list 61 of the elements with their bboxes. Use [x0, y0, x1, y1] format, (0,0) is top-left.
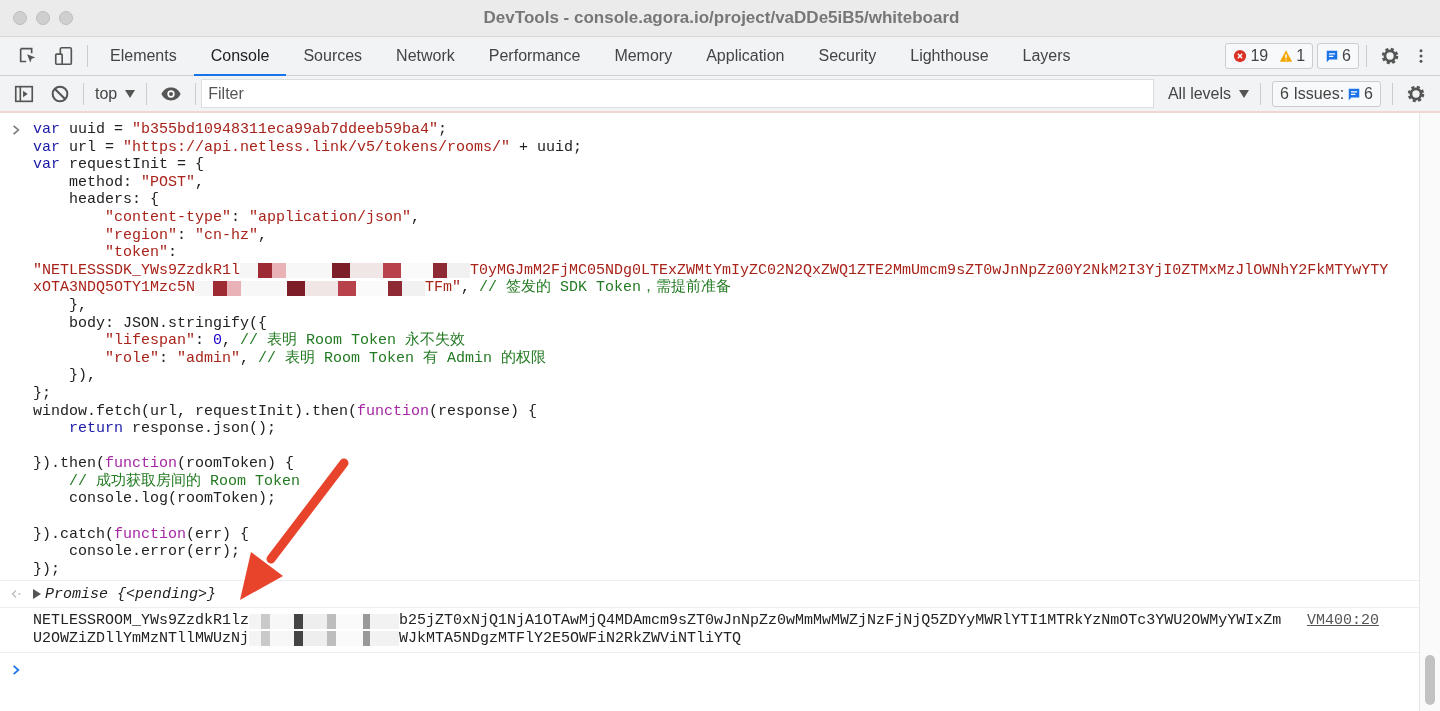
code-text: return response.json();	[68, 420, 277, 438]
code-text: "role": "admin", // 表明 Room Token 有 Admin 的权限	[104, 349, 547, 368]
code-text: console.log(roomToken);	[68, 490, 277, 509]
code-text: "lifespan": 0, // 表明 Room Token 永不失效	[104, 332, 466, 350]
code-text: headers: {	[68, 191, 160, 209]
message-icon	[1325, 49, 1340, 63]
log-levels-dropdown[interactable]: All levels	[1161, 84, 1256, 103]
return-value-icon	[10, 588, 22, 601]
code-text: var url = "https://api.netless.link/v5/tokens/rooms/" + uuid;	[33, 138, 583, 157]
code-text: "region": "cn-hz",	[104, 226, 268, 245]
device-toolbar-icon[interactable]	[53, 45, 75, 67]
code-text: }).then(function(roomToken) {	[33, 455, 295, 473]
code-text: // 成功获取房间的 Room Token	[68, 472, 301, 491]
issues-button[interactable]: 6 Issues: 6	[1272, 80, 1381, 107]
expand-triangle-icon[interactable]	[33, 589, 41, 600]
warning-icon	[1279, 49, 1294, 63]
code-text: T0yMGJmM2FjMC05NDg0LTExZWMtYmIyZC02N2QxZWQ1ZTE2MmUmcm9sZT0wJnNpZz00Y2NkM2I3YjI0ZTMxMzJlOWNhY2FkMTYwYTY	[470, 261, 1389, 279]
code-text: console.error(err);	[68, 543, 241, 561]
code-text: "content-type": "application/json",	[104, 208, 421, 227]
code-text: method: "POST",	[68, 173, 205, 192]
prompt-chevron-icon[interactable]	[10, 663, 22, 676]
panel-tab[interactable]: Elements	[93, 38, 194, 76]
panel-tab[interactable]: Memory	[597, 38, 690, 76]
message-icon	[1347, 86, 1362, 101]
code-text: body: JSON.stringify({	[68, 314, 268, 332]
code-text: });	[33, 560, 60, 579]
log-text: U2OWZiZDllYmMzNTllMWUzNj	[33, 630, 250, 648]
source-link[interactable]: VM400:20	[1307, 612, 1379, 648]
code-text: window.fetch(url, requestInit).then(function(response) {	[33, 402, 538, 421]
error-icon	[1233, 49, 1248, 63]
scrollbar-thumb[interactable]	[1425, 655, 1435, 705]
code-text: var requestInit = {	[33, 156, 205, 174]
code-text: var uuid = "b355bd10948311eca99ab7ddeeb59ba4";	[33, 121, 448, 139]
panel-tab[interactable]: Network	[379, 38, 472, 76]
code-text: "token":	[104, 244, 178, 262]
panel-tab[interactable]: Application	[689, 38, 802, 76]
code-text: "NETLESSSDK_YWs9ZzdkR1l	[33, 261, 241, 280]
filter-field[interactable]: Filter	[201, 79, 1154, 108]
code-text: };	[33, 384, 51, 403]
panel-tab[interactable]: Performance	[471, 38, 598, 76]
log-text: NETLESSROOM_YWs9ZzdkR1lz	[33, 612, 250, 631]
panel-tab[interactable]: Lighthouse	[893, 38, 1006, 76]
panel-tab[interactable]: Security	[801, 38, 894, 76]
dropdown-caret-icon	[125, 89, 136, 98]
dropdown-caret-icon	[1239, 89, 1250, 98]
chevron-icon	[10, 124, 22, 136]
window-title: DevTools - console.agora.io/project/vaDDe5iB5/whiteboard	[482, 8, 961, 28]
log-text: b25jZT0xNjQ1NjA1OTAwMjQ4MDAmcm9sZT0wJnNpZz0wMmMwMWZjNzFjNjQ5ZDYyMWRlYTI1MTRkYzNmOTc3YWU2OWMyYWIxZm	[399, 612, 1282, 631]
settings-icon[interactable]	[1379, 45, 1401, 67]
code-text: TFm", // 签发的 SDK Token，需提前准备	[425, 279, 732, 297]
context-dropdown[interactable]: top	[89, 84, 142, 103]
code-text: xOTA3NDQ5OTY1Mzc5N	[33, 279, 196, 297]
log-text: WJkMTA5NDgzMTFlY2E5OWFiN2RkZWViNTliYTQ	[399, 630, 742, 648]
code-text: }),	[68, 367, 96, 385]
panel-tab[interactable]: Layers	[1005, 38, 1088, 76]
error-warning-counter[interactable]: 19 1	[1225, 43, 1314, 69]
panel-tab[interactable]: Sources	[286, 38, 380, 76]
code-text: },	[68, 296, 87, 315]
messages-counter[interactable]: 6	[1317, 43, 1359, 69]
code-text: }).catch(function(err) {	[33, 525, 250, 544]
promise-value: Promise {<pending>}	[45, 585, 217, 603]
